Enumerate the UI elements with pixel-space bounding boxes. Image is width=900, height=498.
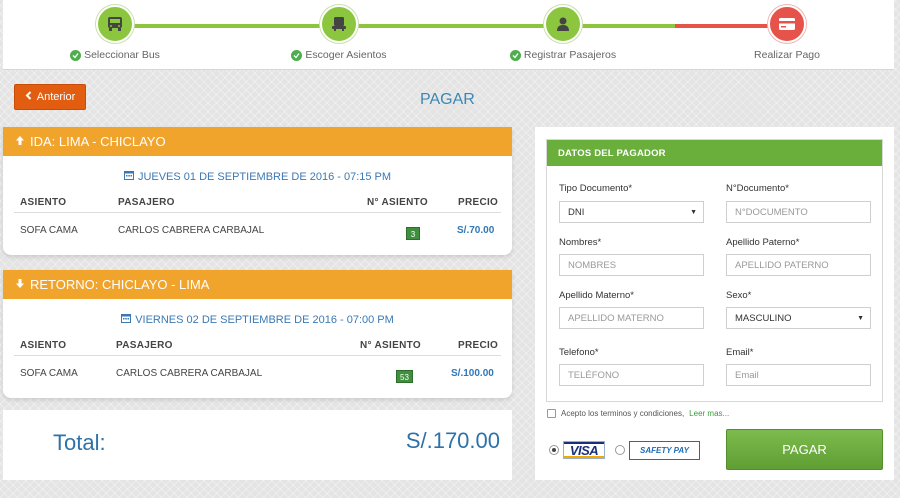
trip-header: RETORNO: CHICLAYO - LIMA <box>3 270 512 299</box>
payer-panel: DATOS DEL PAGADOR Tipo Documento* DNI ▼ … <box>535 127 894 480</box>
caret-down-icon: ▼ <box>857 314 864 322</box>
safetypay-logo[interactable]: SAFETY PAY <box>629 441 700 460</box>
calendar-icon <box>121 313 132 326</box>
visa-logo[interactable]: VISA <box>563 441 605 459</box>
total-label: Total: <box>53 430 106 455</box>
step-registrar-pasajeros[interactable]: Registrar Pasajeros <box>463 5 663 61</box>
terms-checkbox[interactable] <box>547 409 556 418</box>
num-documento-field[interactable]: N°DOCUMENTO <box>726 201 871 223</box>
cell-precio: S/.100.00 <box>451 368 494 379</box>
email-field[interactable]: Email <box>726 364 871 386</box>
arrow-up-icon <box>15 134 25 149</box>
step-label: Escoger Asientos <box>305 49 387 61</box>
cell-pasajero: CARLOS CABRERA CARBAJAL <box>116 368 263 379</box>
apellido-materno-field[interactable]: APELLIDO MATERNO <box>559 307 704 329</box>
apellido-materno-label: Apellido Materno* <box>559 290 634 301</box>
caret-down-icon: ▼ <box>690 208 697 216</box>
safetypay-radio[interactable] <box>615 445 625 455</box>
payer-form: DATOS DEL PAGADOR Tipo Documento* DNI ▼ … <box>546 139 883 402</box>
bus-icon <box>96 5 134 43</box>
table-divider <box>14 212 501 213</box>
user-icon <box>544 5 582 43</box>
trip-date: JUEVES 01 DE SEPTIEMBRE DE 2016 - 07:15 … <box>3 170 512 183</box>
step-label: Seleccionar Bus <box>84 49 160 61</box>
total-panel: Total: S/.170.00 <box>3 410 512 480</box>
table-divider <box>14 355 501 356</box>
trip-date-text: VIERNES 02 DE SEPTIEMBRE DE 2016 - 07:00… <box>135 313 394 326</box>
check-icon <box>509 49 521 61</box>
cell-asiento: SOFA CAMA <box>20 225 78 236</box>
telefono-field[interactable]: TELÉFONO <box>559 364 704 386</box>
col-header-num-asiento: N° ASIENTO <box>367 197 428 208</box>
email-label: Email* <box>726 347 754 358</box>
trip-panel-ida: IDA: LIMA - CHICLAYO JUEVES 01 DE SEPTIE… <box>3 127 512 255</box>
calendar-icon <box>123 170 134 183</box>
col-header-pasajero: PASAJERO <box>118 197 175 208</box>
tipo-documento-label: Tipo Documento* <box>559 183 633 194</box>
credit-card-icon <box>768 5 806 43</box>
seat-icon <box>320 5 358 43</box>
trip-header: IDA: LIMA - CHICLAYO <box>3 127 512 156</box>
col-header-pasajero: PASAJERO <box>116 340 173 351</box>
sexo-select[interactable]: MASCULINO ▼ <box>726 307 871 329</box>
tipo-documento-select[interactable]: DNI ▼ <box>559 201 704 223</box>
num-documento-label: N°Documento* <box>726 183 789 194</box>
terms-row: Acepto los terminos y condiciones, Leer … <box>547 409 729 418</box>
visa-radio[interactable] <box>549 445 559 455</box>
pay-button[interactable]: PAGAR <box>726 429 883 470</box>
page-title: PAGAR <box>420 91 475 108</box>
step-seleccionar-bus[interactable]: Seleccionar Bus <box>15 5 215 61</box>
sexo-label: Sexo* <box>726 290 752 301</box>
cell-pasajero: CARLOS CABRERA CARBAJAL <box>118 225 265 236</box>
trip-title: IDA: LIMA - CHICLAYO <box>30 134 166 149</box>
check-icon <box>291 49 303 61</box>
trip-date-text: JUEVES 01 DE SEPTIEMBRE DE 2016 - 07:15 … <box>137 170 392 183</box>
check-icon <box>70 49 82 61</box>
step-label: Realizar Pago <box>754 49 820 61</box>
col-header-precio: PRECIO <box>458 197 499 208</box>
chevron-left-icon <box>25 91 32 103</box>
trip-panel-retorno: RETORNO: CHICLAYO - LIMA VIERNES 02 DE S… <box>3 270 512 398</box>
arrow-down-icon <box>15 277 25 292</box>
cell-precio: S/.70.00 <box>457 225 495 236</box>
sexo-value: MASCULINO <box>735 312 792 324</box>
seat-table: ASIENTO PASAJERO N° ASIENTO PRECIO SOFA … <box>14 326 501 400</box>
trip-title: RETORNO: CHICLAYO - LIMA <box>30 277 210 292</box>
terms-text: Acepto los terminos y condiciones, <box>561 409 685 418</box>
back-button[interactable]: Anterior <box>14 84 86 110</box>
step-escoger-asientos[interactable]: Escoger Asientos <box>239 5 439 61</box>
tipo-documento-value: DNI <box>568 206 585 218</box>
trip-date: VIERNES 02 DE SEPTIEMBRE DE 2016 - 07:00… <box>3 313 512 326</box>
total-amount: S/.170.00 <box>405 428 500 453</box>
seat-number-badge: 53 <box>396 370 413 383</box>
step-realizar-pago[interactable]: Realizar Pago <box>687 5 887 61</box>
cell-asiento: SOFA CAMA <box>20 368 78 379</box>
apellido-paterno-field[interactable]: APELLIDO PATERNO <box>726 254 871 276</box>
col-header-precio: PRECIO <box>458 340 499 351</box>
seat-number-badge: 3 <box>406 227 420 240</box>
nombres-label: Nombres* <box>559 237 602 248</box>
telefono-label: Telefono* <box>559 347 599 358</box>
apellido-paterno-label: Apellido Paterno* <box>726 237 800 248</box>
step-label: Registrar Pasajeros <box>523 49 617 61</box>
seat-table: ASIENTO PASAJERO N° ASIENTO PRECIO SOFA … <box>14 183 501 257</box>
payer-form-title: DATOS DEL PAGADOR <box>547 140 882 166</box>
col-header-num-asiento: N° ASIENTO <box>360 340 421 351</box>
col-header-asiento: ASIENTO <box>20 340 67 351</box>
col-header-asiento: ASIENTO <box>20 197 67 208</box>
back-button-label: Anterior <box>36 91 76 103</box>
terms-link[interactable]: Leer mas... <box>689 409 729 418</box>
nombres-field[interactable]: NOMBRES <box>559 254 704 276</box>
checkout-stepper: Seleccionar Bus Escoger Asientos Registr… <box>3 0 894 70</box>
